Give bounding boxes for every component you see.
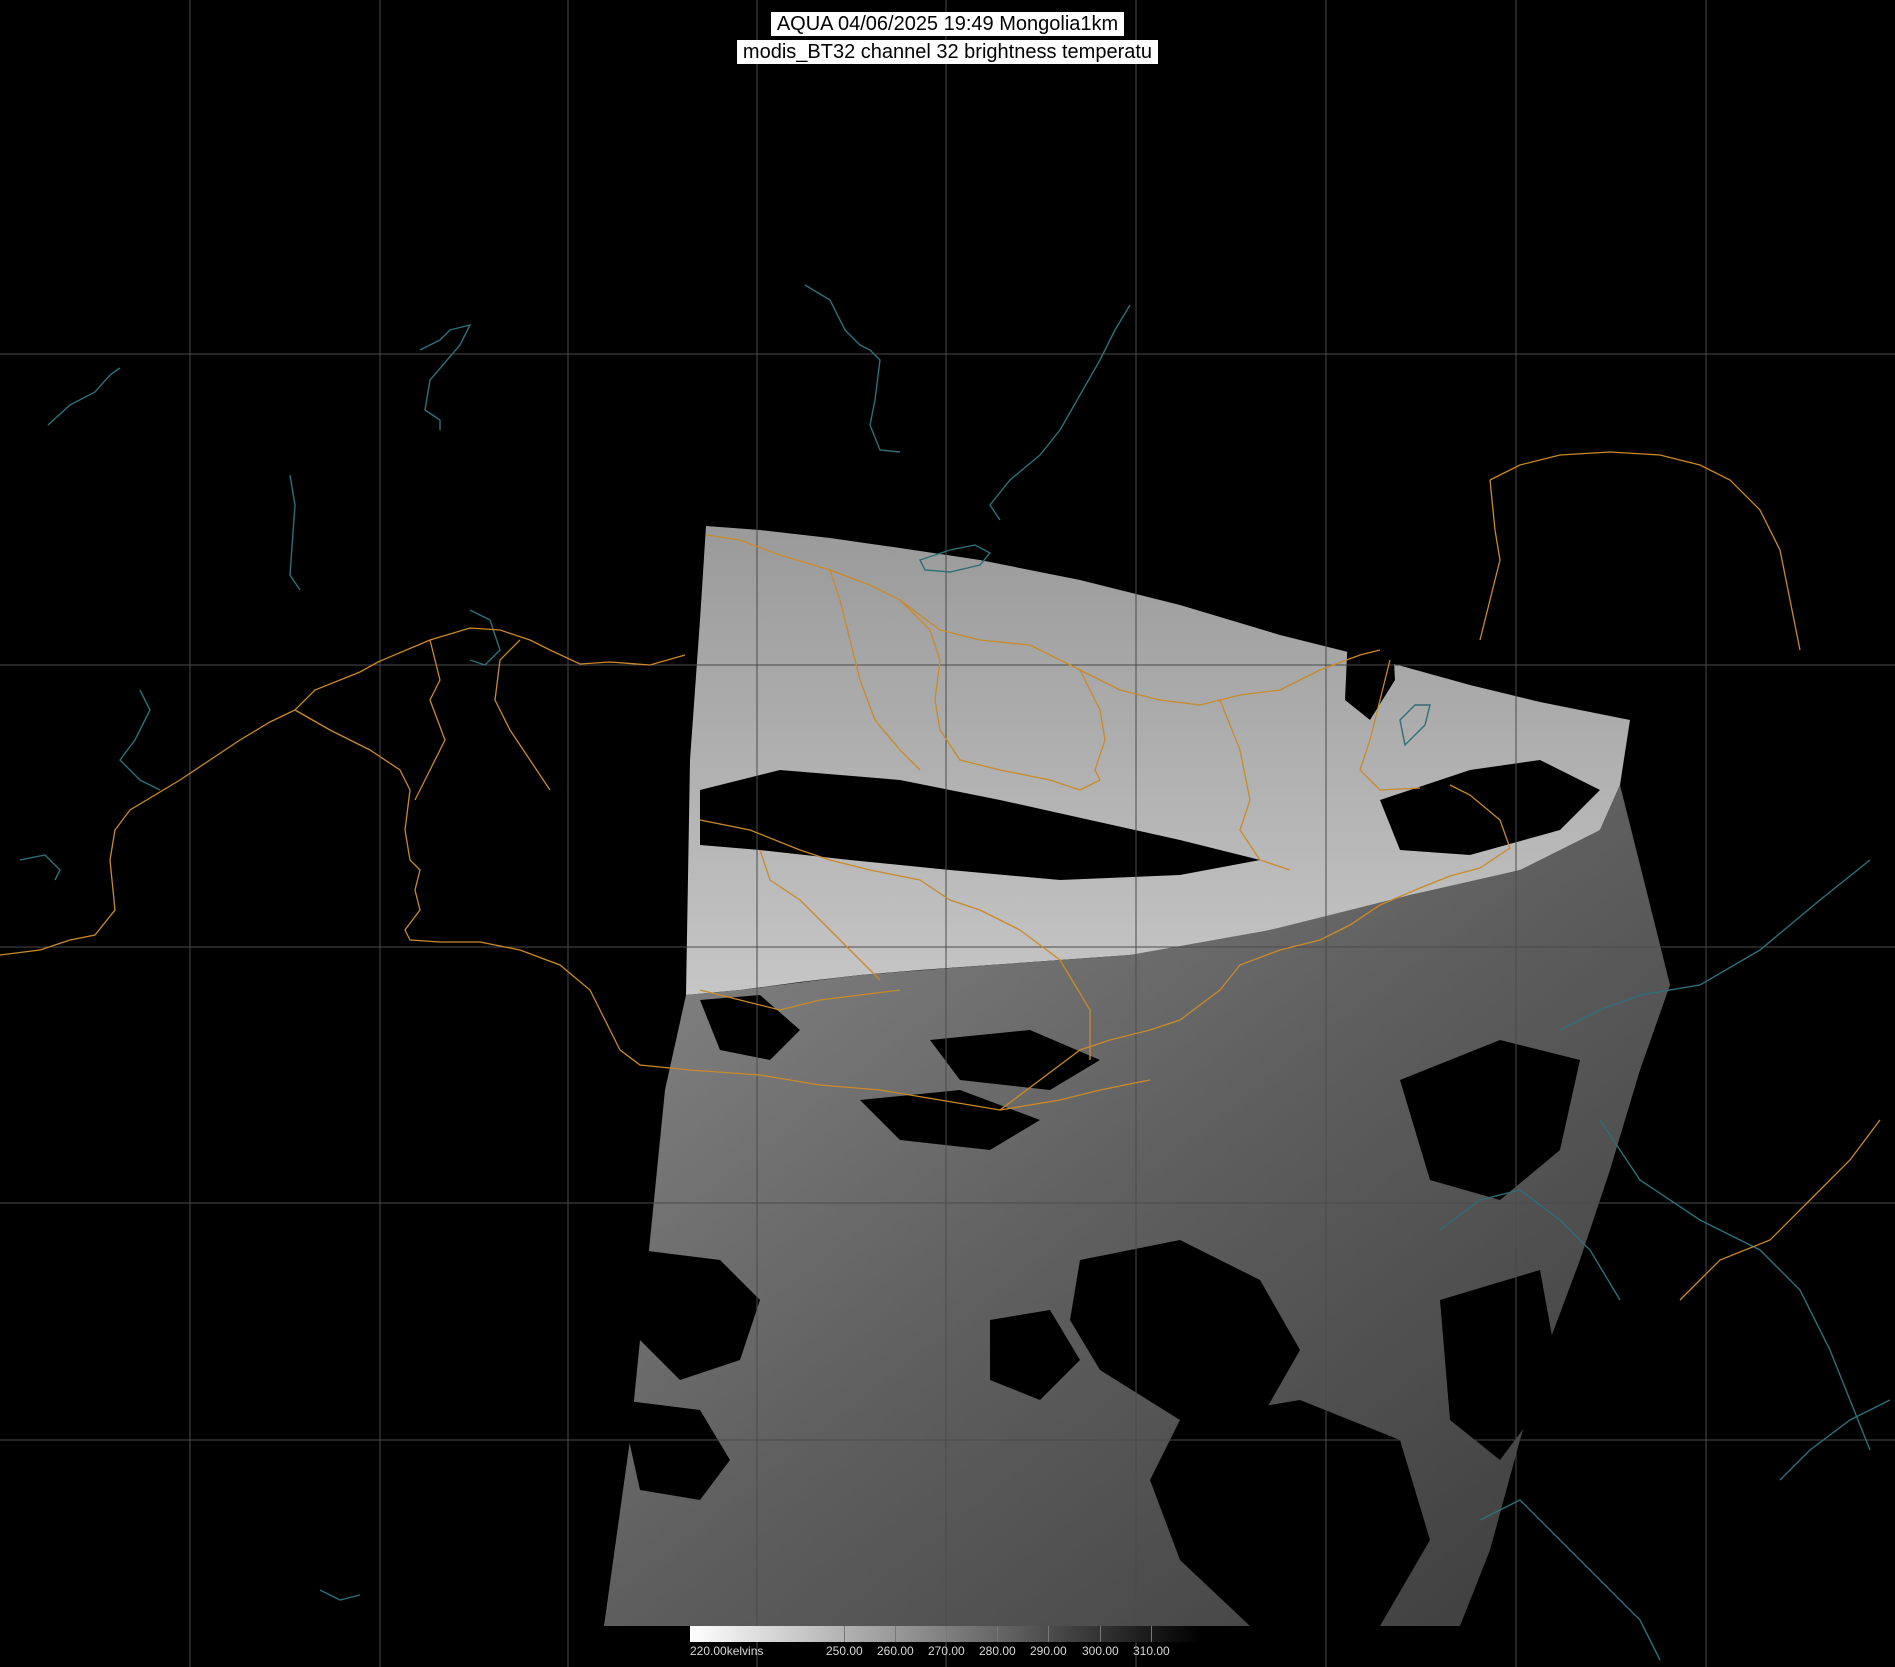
colorbar-tick-label: 250.00 (826, 1644, 863, 1658)
colorbar-tick-label: 310.00 (1133, 1644, 1170, 1658)
colorbar-tick-label: 270.00 (928, 1644, 965, 1658)
satellite-map (0, 0, 1895, 1667)
colorbar-tick (844, 1626, 845, 1642)
title-line-2: modis_BT32 channel 32 brightness tempera… (736, 40, 1159, 64)
colorbar-tick (1151, 1626, 1152, 1642)
image-title: AQUA 04/06/2025 19:49 Mongolia1km (0, 12, 1895, 36)
colorbar-tick (1048, 1626, 1049, 1642)
colorbar-tick (997, 1626, 998, 1642)
colorbar-tick (1100, 1626, 1101, 1642)
colorbar-tick-label: 300.00 (1082, 1644, 1119, 1658)
title-line-1: AQUA 04/06/2025 19:49 Mongolia1km (770, 12, 1125, 36)
colorbar-tick (895, 1626, 896, 1642)
colorbar-tick-label: 280.00 (979, 1644, 1016, 1658)
colorbar-unit-label: 220.00kelvins (690, 1644, 764, 1658)
image-subtitle: modis_BT32 channel 32 brightness tempera… (0, 40, 1895, 64)
colorbar: 220.00kelvins 250.00 260.00 270.00 280.00 29… (690, 1626, 1202, 1662)
colorbar-tick-label: 260.00 (877, 1644, 914, 1658)
colorbar-tick (946, 1626, 947, 1642)
colorbar-tick-label: 290.00 (1030, 1644, 1067, 1658)
